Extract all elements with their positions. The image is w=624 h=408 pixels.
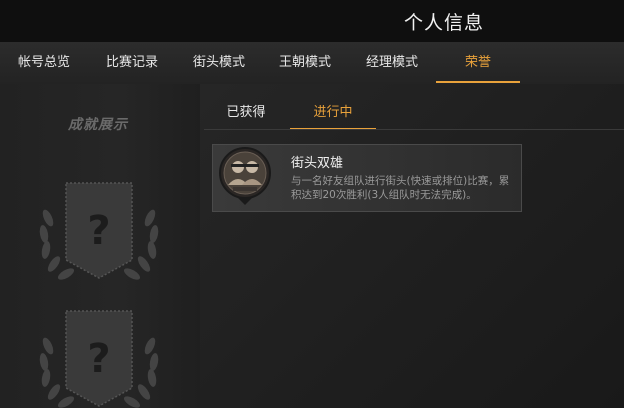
- achievement-card[interactable]: 街头双雄 与一名好友组队进行街头(快速或排位)比赛，累积达到20次胜利(3人组队…: [212, 144, 522, 212]
- laurel-wreath-icon: ?: [39, 310, 159, 408]
- tab-manager-mode[interactable]: 经理模式: [348, 42, 436, 84]
- achievement-name: 街头双雄: [291, 156, 344, 171]
- tab-street-mode[interactable]: 街头模式: [176, 42, 262, 84]
- main-tab-bar: 帐号总览 比赛记录 街头模式 王朝模式 经理模式 荣誉: [0, 42, 624, 85]
- showcase-slot[interactable]: ?: [34, 306, 164, 408]
- showcase-title: 成就展示: [68, 117, 128, 133]
- title-bar: 个人信息: [0, 0, 624, 42]
- achievement-list-panel: 已获得 进行中 街头双雄 与一名好友组队进行街头(快速或排位)比赛，累积达到20…: [200, 84, 624, 408]
- achievement-showcase-panel: 成就展示 ? ?: [0, 84, 200, 408]
- subtab-in-progress[interactable]: 进行中: [290, 102, 376, 130]
- two-players-badge-icon: [217, 145, 273, 211]
- tab-account-overview[interactable]: 帐号总览: [0, 42, 88, 84]
- achievement-description: 与一名好友组队进行街头(快速或排位)比赛，累积达到20次胜利(3人组队时无法完成…: [291, 175, 510, 201]
- question-mark: ?: [87, 208, 110, 254]
- page-title: 个人信息: [404, 12, 485, 34]
- tab-dynasty-mode[interactable]: 王朝模式: [262, 42, 348, 84]
- honor-screen: 个人信息 帐号总览 比赛记录 街头模式 王朝模式 经理模式 荣誉 成就展示 ? …: [0, 0, 624, 408]
- question-mark: ?: [87, 336, 110, 382]
- laurel-wreath-icon: ?: [39, 182, 159, 280]
- tab-honor[interactable]: 荣誉: [436, 42, 520, 84]
- showcase-slot[interactable]: ?: [34, 178, 164, 288]
- tab-match-records[interactable]: 比赛记录: [88, 42, 176, 84]
- subtab-divider: [204, 129, 624, 130]
- subtab-obtained[interactable]: 已获得: [220, 102, 272, 130]
